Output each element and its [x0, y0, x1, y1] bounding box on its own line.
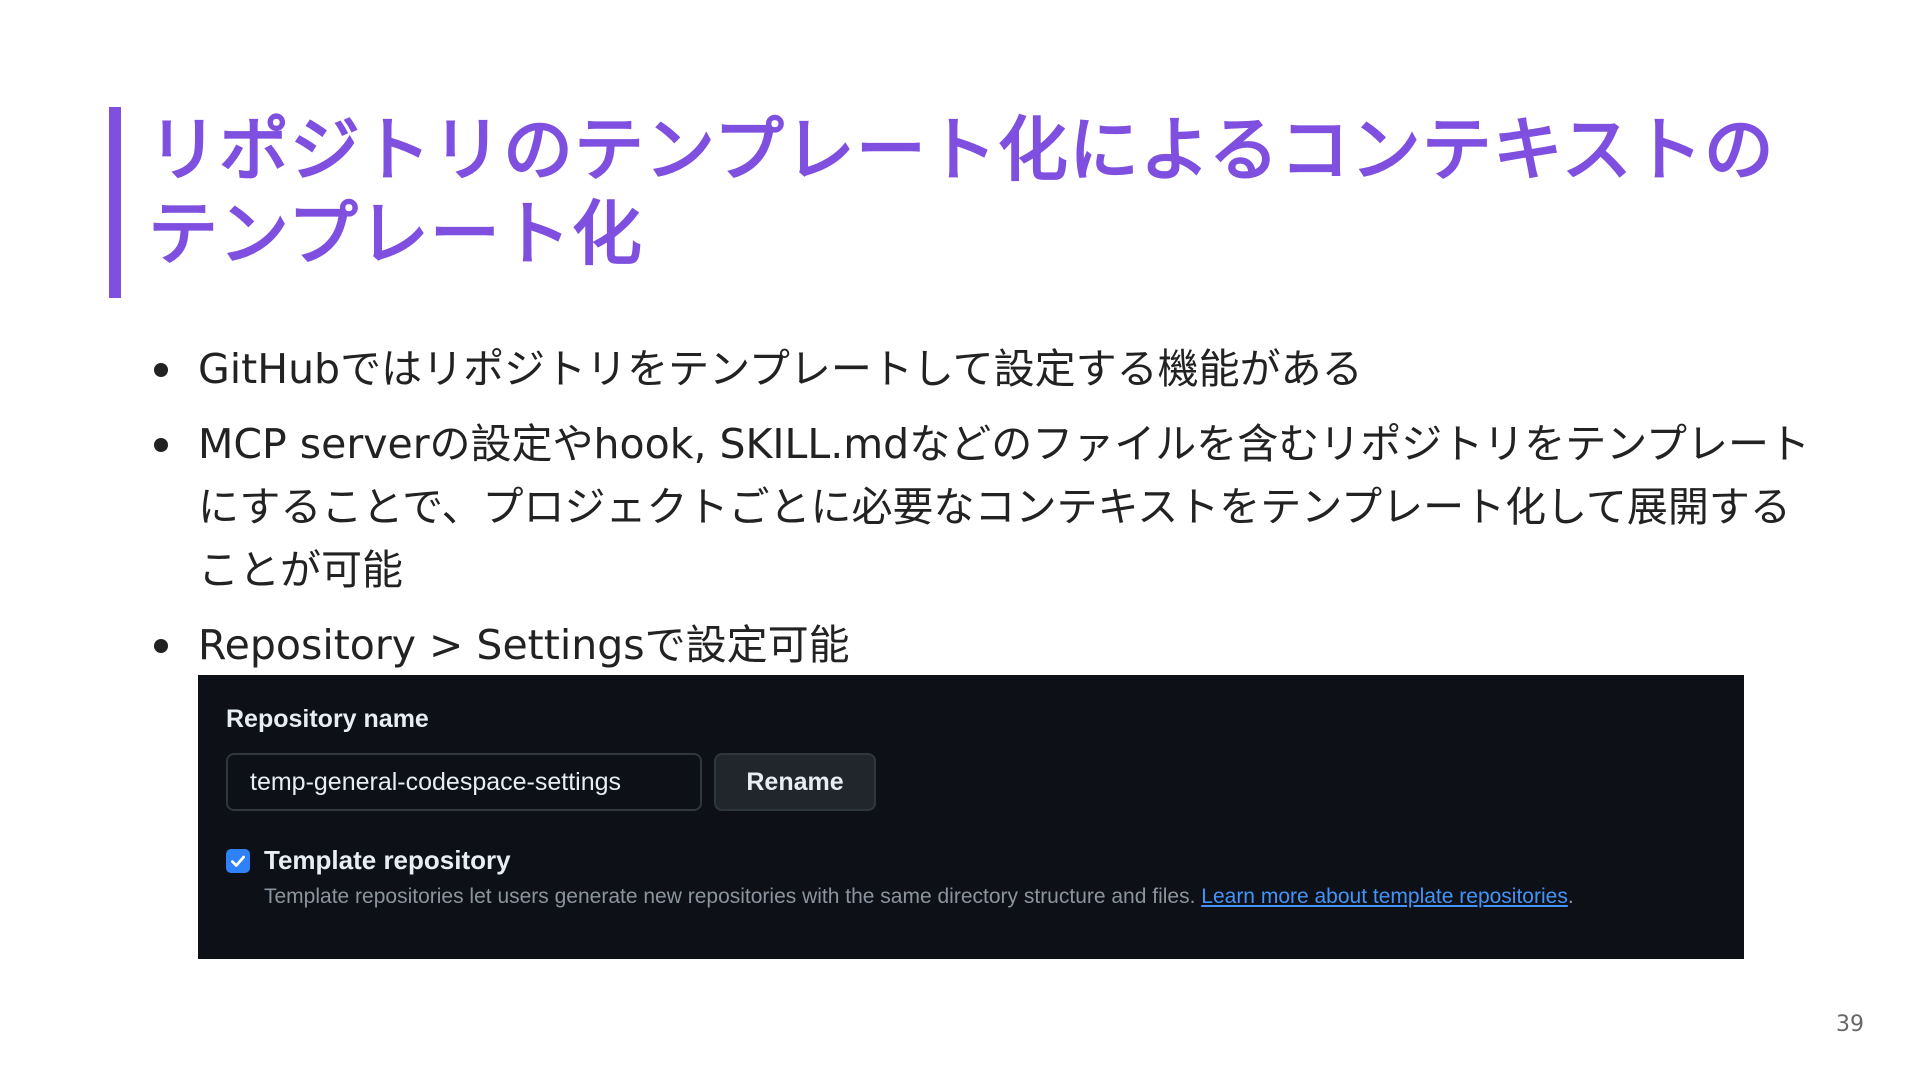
bullet-dot-icon [154, 639, 168, 653]
repository-name-input[interactable] [226, 753, 702, 811]
bullet-text: GitHubではリポジトリをテンプレートして設定する機能がある [198, 345, 1363, 393]
repository-settings-screenshot: Repository name Rename Template reposito… [198, 675, 1744, 959]
template-repository-label[interactable]: Template repository [264, 845, 511, 876]
bullet-item: Repository > Settingsで設定可能 [150, 614, 1830, 677]
bullet-item: MCP serverの設定やhook, SKILL.mdなどのファイルを含むリポ… [150, 413, 1830, 602]
slide-title: リポジトリのテンプレート化によるコンテキストの テンプレート化 [148, 108, 1788, 276]
template-repository-checkbox[interactable] [226, 849, 250, 873]
slide-title-line2: テンプレート化 [148, 193, 643, 275]
checkmark-icon [231, 855, 245, 867]
bullet-list: GitHubではリポジトリをテンプレートして設定する機能がある MCP serv… [150, 338, 1830, 689]
link-suffix: . [1567, 885, 1574, 908]
bullet-text: Repository > Settingsで設定可能 [198, 621, 850, 669]
page-number: 39 [1836, 1012, 1864, 1037]
bullet-item: GitHubではリポジトリをテンプレートして設定する機能がある [150, 338, 1830, 401]
title-accent-bar [109, 107, 121, 298]
slide: リポジトリのテンプレート化によるコンテキストの テンプレート化 GitHubでは… [0, 0, 1920, 1080]
template-repository-description: Template repositories let users generate… [264, 885, 1574, 909]
rename-button[interactable]: Rename [714, 753, 876, 811]
bullet-dot-icon [154, 363, 168, 377]
bullet-dot-icon [154, 438, 168, 452]
template-description-text: Template repositories let users generate… [264, 885, 1196, 908]
bullet-text: MCP serverの設定やhook, SKILL.mdなどのファイルを含むリポ… [198, 420, 1810, 594]
learn-more-link[interactable]: Learn more about template repositories [1201, 885, 1568, 908]
slide-title-line1: リポジトリのテンプレート化によるコンテキストの [148, 109, 1775, 191]
repository-name-label: Repository name [226, 705, 429, 733]
